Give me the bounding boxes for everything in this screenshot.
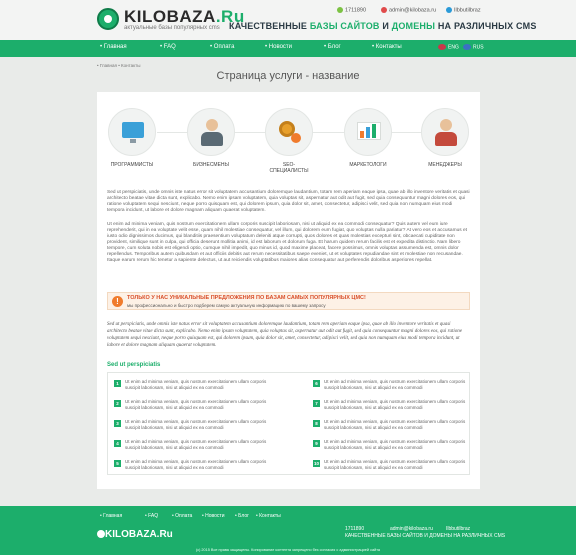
nav-item-blog[interactable]: • Блог xyxy=(324,44,341,50)
site-footer: • Главная • FAQ • Оплата • Новости • Бло… xyxy=(0,506,576,555)
main-nav: • Главная • FAQ • Оплата • Новости • Бло… xyxy=(0,40,576,57)
logo-badge-icon[interactable] xyxy=(97,8,119,30)
footer-email[interactable]: admin@kilobaza.ru xyxy=(390,526,433,532)
header-tagline: КАЧЕСТВЕННЫЕ БАЗЫ САЙТОВ И ДОМЕНЫ НА РАЗ… xyxy=(229,21,537,31)
monitor-icon xyxy=(108,108,156,156)
nav-item-payment[interactable]: • Оплата xyxy=(210,44,234,50)
lang-rus[interactable]: RUS xyxy=(463,44,484,50)
footer-link-home[interactable]: • Главная xyxy=(100,513,122,519)
footer-link-news[interactable]: • Новости xyxy=(202,513,225,519)
uk-flag-icon xyxy=(438,44,446,50)
site-header: KILOBAZA.Ru актуальные базы популярных c… xyxy=(0,0,576,40)
footer-logo-badge-icon xyxy=(97,530,105,538)
page-title: Страница услуги - название xyxy=(216,70,360,82)
category-businessmen[interactable]: БИЗНЕСМЕНЫ xyxy=(186,108,236,168)
site-logo[interactable]: KILOBAZA.Ru xyxy=(124,7,245,27)
email-icon xyxy=(381,7,387,13)
phone-icon xyxy=(337,7,343,13)
ru-flag-icon xyxy=(463,44,471,50)
footer-phone: 1711890 xyxy=(345,526,365,532)
nav-item-home[interactable]: • Главная xyxy=(100,44,127,50)
footer-copyright: (c) 2015 Все права защищены. Копирование… xyxy=(195,548,381,552)
header-phone: 1711890 xyxy=(337,7,366,13)
skype-icon xyxy=(446,7,452,13)
lang-eng[interactable]: ENG xyxy=(438,44,459,50)
businessman-icon xyxy=(187,108,235,156)
category-managers[interactable]: МЕНЕДЖЕРЫ xyxy=(420,108,470,168)
manager-icon xyxy=(421,108,469,156)
logo-subtitle: актуальные базы популярных cms xyxy=(124,25,220,31)
nav-item-news[interactable]: • Новости xyxy=(265,44,292,50)
body-paragraph: Ut enim ad minima veniam, quis nostrum e… xyxy=(107,222,467,263)
category-marketers[interactable]: МАРКЕТОЛОГИ xyxy=(343,108,393,168)
category-programmers[interactable]: ПРОГРАММИСТЫ xyxy=(107,108,157,168)
numbered-list: 1 Ut enim ad minima veniam, quis nostrum … xyxy=(107,372,470,475)
content-panel: ПРОГРАММИСТЫ БИЗНЕСМЕНЫ SEO-СПЕЦИАЛИСТЫ … xyxy=(97,92,480,489)
header-email[interactable]: admin@kilobaza.ru xyxy=(381,7,436,13)
footer-logo[interactable]: KILOBAZA.Ru xyxy=(105,529,173,540)
breadcrumb[interactable]: • Главная • Контакты xyxy=(97,63,140,68)
nav-item-faq[interactable]: • FAQ xyxy=(160,44,176,50)
intro-paragraph: Sed ut perspiciatis, unde omnis iste nat… xyxy=(107,190,470,213)
footer-link-payment[interactable]: • Оплата xyxy=(172,513,192,519)
footer-skype[interactable]: Ilbbutilbraz xyxy=(446,526,470,532)
quote-paragraph: Sed ut perspiciatis, unde omnis iste nat… xyxy=(107,322,463,348)
nav-item-contacts[interactable]: • Контакты xyxy=(372,44,402,50)
footer-link-blog[interactable]: • Блог xyxy=(235,513,249,519)
promo-subtitle: мы профессионально и быстро подберем сам… xyxy=(127,303,326,308)
seo-gears-icon xyxy=(265,108,313,156)
marketing-chart-icon xyxy=(344,108,392,156)
footer-link-contacts[interactable]: • Контакты xyxy=(256,513,281,519)
footer-link-faq[interactable]: • FAQ xyxy=(145,513,158,519)
header-skype[interactable]: Ilbbutilbraz xyxy=(446,7,481,13)
category-seo[interactable]: SEO-СПЕЦИАЛИСТЫ xyxy=(264,108,314,174)
list-title: Sed ut perspiciatis xyxy=(107,362,161,368)
footer-tagline: КАЧЕСТВЕННЫЕ БАЗЫ САЙТОВ И ДОМЕНЫ НА РАЗ… xyxy=(345,533,506,539)
alert-icon: ! xyxy=(112,296,123,307)
promo-banner: ! ТОЛЬКО У НАС УНИКАЛЬНЫЕ ПРЕДЛОЖЕНИЯ ПО… xyxy=(107,292,470,310)
promo-title: ТОЛЬКО У НАС УНИКАЛЬНЫЕ ПРЕДЛОЖЕНИЯ ПО Б… xyxy=(127,295,366,301)
